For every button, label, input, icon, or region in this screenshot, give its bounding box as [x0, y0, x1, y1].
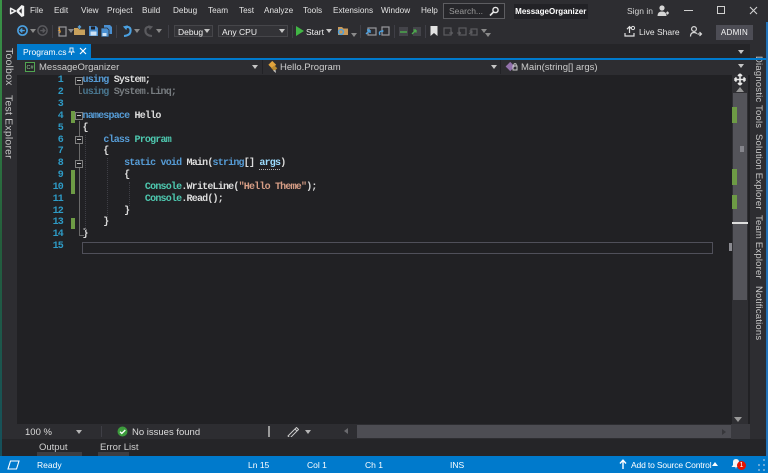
- svg-text:C#: C#: [26, 65, 34, 71]
